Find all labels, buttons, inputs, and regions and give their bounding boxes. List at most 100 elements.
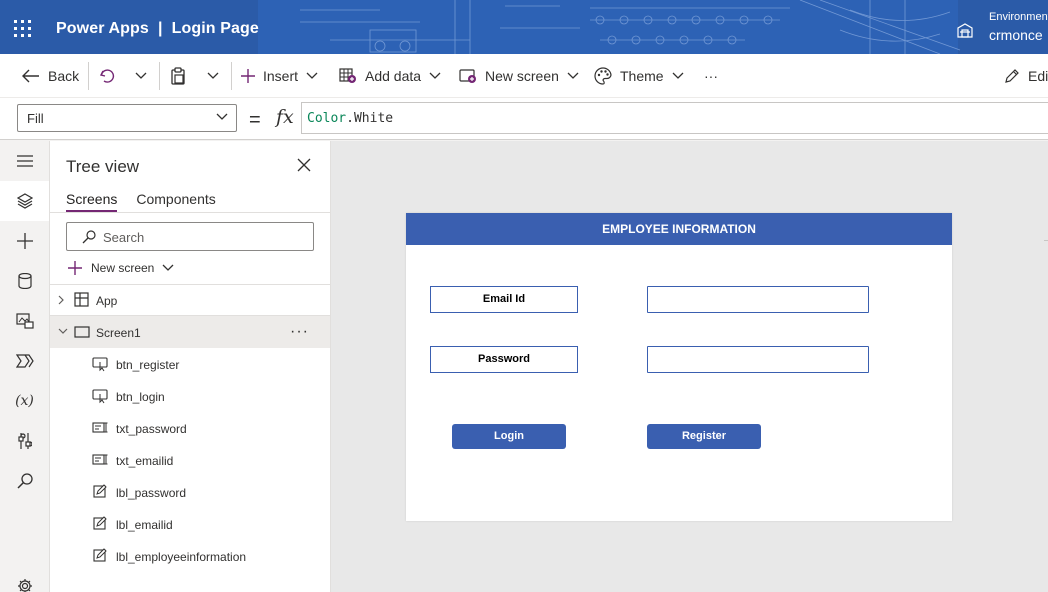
- variables-rail-button[interactable]: (x): [0, 381, 49, 421]
- data-rail-button[interactable]: [0, 261, 49, 301]
- search-rail-button[interactable]: [0, 461, 49, 501]
- cmd-divider: [231, 62, 232, 90]
- tree-node-label: btn_login: [116, 390, 165, 404]
- advanced-tools-rail-button[interactable]: [0, 421, 49, 461]
- close-icon[interactable]: [297, 158, 311, 172]
- tree-search-input[interactable]: Search: [66, 222, 314, 251]
- equals-sign: =: [249, 109, 261, 131]
- tree-node-lbl-emailid[interactable]: lbl_emailid: [50, 508, 330, 540]
- insert-label: Insert: [263, 68, 299, 84]
- power-automate-icon: [15, 354, 34, 368]
- environment-label: Environment: [989, 11, 1048, 23]
- tree-view-button[interactable]: [0, 181, 49, 221]
- title-separator: |: [157, 20, 163, 37]
- txt-emailid[interactable]: [647, 286, 869, 313]
- paste-button[interactable]: [170, 54, 186, 98]
- app-launcher-icon[interactable]: [14, 20, 32, 38]
- settings-rail-button[interactable]: [0, 566, 49, 592]
- theme-menu[interactable]: Theme: [594, 54, 684, 98]
- hamburger-menu-button[interactable]: [0, 141, 49, 181]
- power-automate-rail-button[interactable]: [0, 341, 49, 381]
- fx-icon[interactable]: fx: [276, 106, 294, 128]
- new-screen-icon: [459, 69, 476, 83]
- tree-node-label: btn_register: [116, 358, 180, 372]
- tree-node-txt-emailid[interactable]: txt_emailid: [50, 444, 330, 476]
- plus-icon: [241, 69, 255, 83]
- lbl-employeeinformation[interactable]: EMPLOYEE INFORMATION: [406, 213, 952, 245]
- media-icon: [15, 313, 34, 329]
- insert-rail-button[interactable]: [0, 221, 49, 261]
- button-control-icon: [92, 357, 108, 372]
- app-name: Power Apps: [56, 20, 149, 37]
- tabs-divider: [50, 212, 330, 213]
- app-icon: [74, 292, 89, 307]
- back-button[interactable]: Back: [22, 54, 79, 98]
- chevron-down-icon: [567, 72, 579, 79]
- formula-input[interactable]: Color.White: [301, 102, 1048, 134]
- canvas-divider: [1044, 240, 1048, 241]
- chevron-down-icon[interactable]: [58, 328, 68, 334]
- tab-components[interactable]: Components: [136, 191, 215, 212]
- app-screen-preview[interactable]: EMPLOYEE INFORMATION Email Id Password L…: [406, 213, 952, 521]
- property-value: Fill: [27, 111, 44, 126]
- tree-node-lbl-employeeinformation[interactable]: lbl_employeeinformation: [50, 540, 330, 572]
- database-icon: [17, 273, 32, 289]
- undo-icon: [99, 69, 115, 83]
- btn-register[interactable]: Register: [647, 424, 761, 449]
- tree-new-screen-button[interactable]: New screen: [68, 258, 174, 278]
- tree-node-screen1[interactable]: Screen1 ···: [50, 316, 330, 348]
- lbl-password[interactable]: Password: [430, 346, 578, 373]
- screen-icon: [74, 326, 90, 338]
- tree-node-txt-password[interactable]: txt_password: [50, 412, 330, 444]
- tree-node-app[interactable]: App: [50, 284, 330, 316]
- text-input-icon: [92, 454, 108, 465]
- tree-node-btn-register[interactable]: btn_register: [50, 348, 330, 380]
- cmd-divider: [88, 62, 89, 90]
- chevron-down-icon: [162, 264, 174, 271]
- clipboard-icon: [171, 67, 185, 85]
- label-control-icon: [93, 548, 107, 562]
- insert-menu[interactable]: Insert: [241, 54, 318, 98]
- tree-view-panel: Tree view Screens Components Search New …: [50, 141, 331, 592]
- more-options-icon[interactable]: ···: [290, 323, 309, 341]
- txt-password[interactable]: [647, 346, 869, 373]
- tree-node-btn-login[interactable]: btn_login: [50, 380, 330, 412]
- page-name: Login Page: [171, 20, 259, 37]
- tree-node-label: txt_emailid: [116, 454, 174, 468]
- tree-node-label: txt_password: [116, 422, 187, 436]
- lbl-emailid[interactable]: Email Id: [430, 286, 578, 313]
- undo-button[interactable]: [99, 54, 115, 98]
- hamburger-icon: [16, 155, 33, 167]
- chevron-down-icon: [429, 72, 441, 79]
- new-screen-menu[interactable]: New screen: [459, 54, 579, 98]
- new-screen-label: New screen: [91, 261, 155, 275]
- environment-value[interactable]: crmonce: [989, 27, 1043, 43]
- chevron-down-icon: [135, 72, 147, 79]
- more-commands-button[interactable]: ···: [704, 54, 718, 98]
- variables-icon: (x): [15, 393, 34, 409]
- add-data-menu[interactable]: Add data: [339, 54, 441, 98]
- chevron-down-icon: [306, 72, 318, 79]
- tree-view-tabs: Screens Components: [66, 191, 235, 212]
- tree-node-label: lbl_emailid: [116, 518, 173, 532]
- tree-node-lbl-password[interactable]: lbl_password: [50, 476, 330, 508]
- plus-icon: [16, 233, 33, 249]
- chevron-right-icon[interactable]: [58, 295, 64, 305]
- chevron-down-icon: [672, 72, 684, 79]
- undo-dropdown[interactable]: [135, 54, 147, 98]
- palette-icon: [594, 67, 612, 85]
- edit-button[interactable]: Edi: [1004, 54, 1048, 98]
- label-control-icon: [93, 516, 107, 530]
- tree-node-label: Screen1: [96, 326, 141, 340]
- btn-login[interactable]: Login: [452, 424, 566, 449]
- tab-screens[interactable]: Screens: [66, 191, 118, 212]
- app-title: Power Apps | Login Page: [56, 20, 259, 38]
- left-rail: (x): [0, 141, 50, 592]
- media-rail-button[interactable]: [0, 301, 49, 341]
- search-icon: [16, 473, 33, 489]
- property-dropdown[interactable]: Fill: [17, 104, 237, 132]
- button-control-icon: [92, 389, 108, 404]
- paste-dropdown[interactable]: [207, 54, 219, 98]
- new-screen-label: New screen: [485, 68, 559, 84]
- gear-icon: [17, 579, 32, 592]
